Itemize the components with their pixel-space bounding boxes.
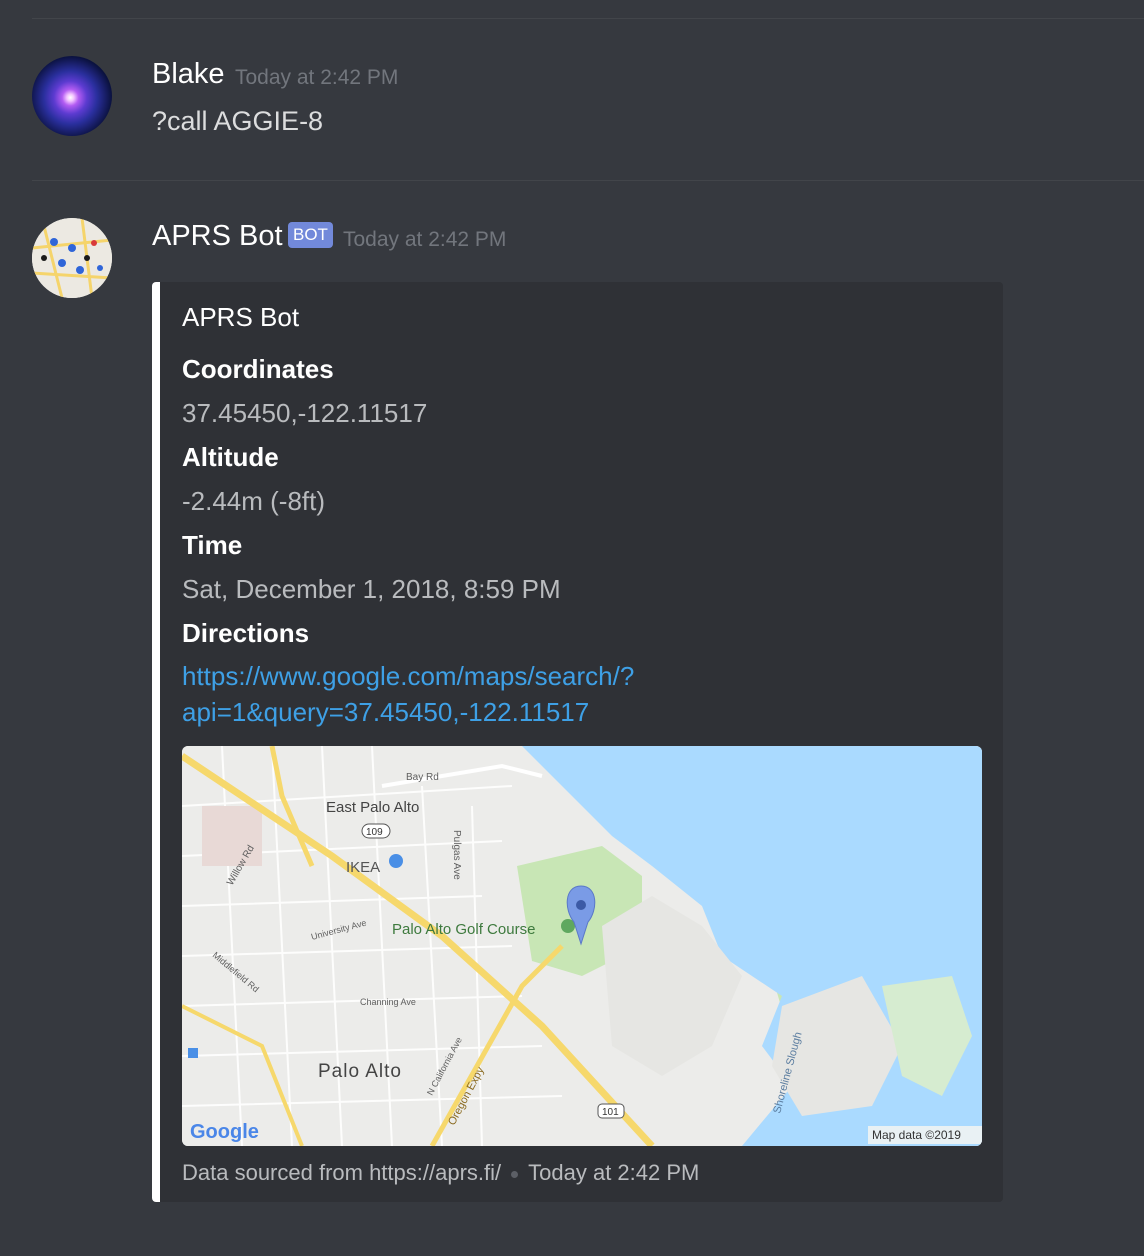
google-logo: Google (190, 1121, 259, 1143)
message-timestamp: Today at 2:42 PM (343, 228, 507, 251)
map-label-golf-course: Palo Alto Golf Course (392, 921, 535, 938)
directions-link-line1[interactable]: https://www.google.com/maps/search/? (182, 658, 634, 694)
map-label-route-101: 101 (602, 1107, 619, 1118)
field-name-directions: Directions (182, 618, 310, 648)
bot-badge: BOT (288, 222, 333, 248)
field-name-altitude: Altitude (182, 442, 279, 472)
directions-link-line2[interactable]: api=1&query=37.45450,-122.11517 (182, 694, 634, 730)
message-divider (32, 180, 1144, 181)
map-label-palo-alto: Palo Alto (318, 1061, 402, 1082)
avatar[interactable] (32, 56, 112, 136)
message-author[interactable]: Blake (152, 58, 225, 91)
embed: APRS Bot Coordinates 37.45450,-122.11517… (152, 282, 1003, 1202)
footer-separator (511, 1170, 519, 1178)
map-label-channing-ave: Channing Ave (360, 997, 416, 1007)
ikea-pin-icon (389, 854, 403, 868)
map-label-ikea: IKEA (346, 859, 380, 876)
embed-color-bar (152, 282, 160, 1202)
map-graphic: Bay Rd East Palo Alto 109 IKEA Pulgas Av… (182, 746, 982, 1146)
top-divider (32, 18, 1144, 19)
map-label-bay-rd: Bay Rd (406, 772, 439, 783)
message-timestamp: Today at 2:42 PM (235, 66, 399, 89)
field-value-coordinates: 37.45450,-122.11517 (182, 398, 428, 428)
footer-timestamp: Today at 2:42 PM (528, 1160, 700, 1185)
field-name-time: Time (182, 530, 243, 560)
map-label-route-109: 109 (366, 827, 383, 838)
message-author[interactable]: APRS Bot (152, 220, 283, 253)
map-image[interactable]: Bay Rd East Palo Alto 109 IKEA Pulgas Av… (182, 746, 982, 1146)
avatar[interactable] (32, 218, 112, 298)
transit-icon (188, 1048, 198, 1058)
map-label-east-palo-alto: East Palo Alto (326, 799, 419, 816)
footer-text: Data sourced from https://aprs.fi/ (182, 1160, 502, 1185)
field-value-altitude: -2.44m (-8ft) (182, 486, 326, 516)
directions-link[interactable]: https://www.google.com/maps/search/? api… (182, 658, 634, 730)
field-name-coordinates: Coordinates (182, 354, 334, 384)
message-content: ?call AGGIE-8 (152, 106, 324, 136)
map-attribution: Map data ©2019 (872, 1128, 961, 1142)
embed-title: APRS Bot (182, 302, 300, 332)
field-value-time: Sat, December 1, 2018, 8:59 PM (182, 574, 561, 604)
map-label-pulgas-ave: Pulgas Ave (451, 830, 462, 880)
map-thumbnail-icon (32, 218, 112, 298)
embed-footer: Data sourced from https://aprs.fi/Today … (182, 1160, 699, 1186)
